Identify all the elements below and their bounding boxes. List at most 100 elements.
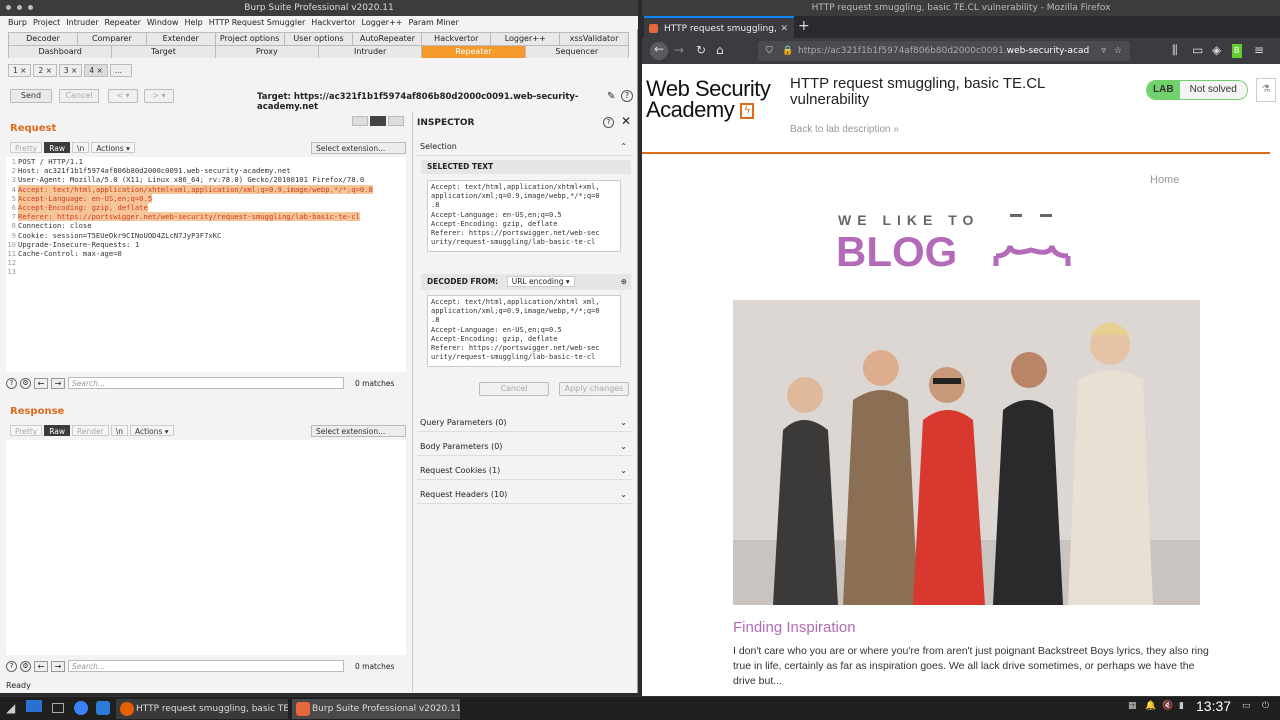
back-to-lab-description-link[interactable]: Back to lab description »: [790, 124, 899, 135]
new-tab-icon[interactable]: +: [798, 16, 810, 36]
menu-project[interactable]: Project: [33, 16, 60, 29]
extension-icon[interactable]: ◈: [1212, 43, 1221, 57]
shield-icon[interactable]: ⛉: [766, 41, 773, 61]
response-actions-menu[interactable]: Actions ▾: [130, 425, 174, 436]
url-bar[interactable]: ⛉ 🔒 https://ac321f1b1f5974af806b80d2000c…: [758, 41, 1130, 61]
tab-user-options[interactable]: User options: [283, 32, 354, 45]
tab-target[interactable]: Target: [111, 45, 216, 58]
tab-comparer[interactable]: Comparer: [76, 32, 147, 45]
lock-icon[interactable]: 🔒: [782, 41, 793, 61]
kali-menu-icon[interactable]: ◢: [6, 701, 15, 715]
cancel-button[interactable]: Cancel: [59, 89, 99, 103]
request-actions-menu[interactable]: Actions ▾: [91, 142, 135, 153]
apply-changes-button[interactable]: Apply changes: [559, 382, 629, 396]
request-select-extension[interactable]: Select extension...: [311, 142, 406, 154]
decoding-select[interactable]: URL encoding ▾: [506, 276, 575, 287]
bookmark-star-icon[interactable]: ☆: [1114, 41, 1122, 61]
response-select-extension[interactable]: Select extension...: [311, 425, 406, 437]
menu-param-miner[interactable]: Param Miner: [409, 16, 459, 29]
request-cookies-section[interactable]: Request Cookies (1) ⌄: [417, 462, 633, 480]
tab-proxy[interactable]: Proxy: [214, 45, 319, 58]
repeater-tab-1[interactable]: 1 ×: [8, 64, 32, 77]
query-parameters-section[interactable]: Query Parameters (0) ⌄: [417, 414, 633, 432]
layout-split-icon[interactable]: [352, 116, 368, 126]
search-next-button[interactable]: →: [51, 660, 65, 672]
repeater-tab-more[interactable]: ...: [109, 64, 132, 77]
vscode-icon[interactable]: [96, 701, 110, 715]
forward-history-button[interactable]: > ▾: [144, 89, 174, 103]
tab-hackvertor[interactable]: Hackvertor: [421, 32, 492, 45]
forward-icon[interactable]: →: [674, 43, 684, 57]
menu-icon[interactable]: ≡: [1254, 43, 1264, 57]
request-search-input[interactable]: Search...: [68, 377, 344, 389]
repeater-tab-4[interactable]: 4 ×: [84, 64, 108, 77]
menu-help[interactable]: Help: [184, 16, 202, 29]
close-tab-icon[interactable]: ✕: [780, 18, 788, 40]
menu-intruder[interactable]: Intruder: [66, 16, 98, 29]
tab-extender[interactable]: Extender: [145, 32, 216, 45]
inspector-cancel-button[interactable]: Cancel: [479, 382, 549, 396]
menu-repeater[interactable]: Repeater: [105, 16, 141, 29]
layout-vertical-icon[interactable]: [388, 116, 404, 126]
repeater-tab-2[interactable]: 2 ×: [33, 64, 57, 77]
tab-dashboard[interactable]: Dashboard: [8, 45, 113, 58]
back-icon[interactable]: ←: [650, 42, 668, 60]
sidebar-icon[interactable]: ▭: [1192, 43, 1203, 57]
notifications-icon[interactable]: 🔔: [1145, 701, 1156, 711]
response-editor[interactable]: [6, 440, 406, 655]
add-decoding-icon[interactable]: ⊕: [621, 274, 627, 290]
request-raw-tab[interactable]: Raw: [44, 142, 71, 153]
body-parameters-section[interactable]: Body Parameters (0) ⌄: [417, 438, 633, 456]
library-icon[interactable]: ⫼: [1172, 43, 1178, 57]
browser-tab[interactable]: HTTP request smuggling, ✕: [644, 16, 794, 38]
blog-post-title-link[interactable]: Finding Inspiration: [733, 619, 856, 636]
home-link[interactable]: Home: [1150, 174, 1179, 186]
tab-repeater[interactable]: Repeater: [421, 45, 526, 58]
taskbar-firefox[interactable]: HTTP request smuggling, basic TE...: [116, 699, 288, 719]
web-security-academy-logo[interactable]: Web Security Academy ϟ: [646, 78, 771, 121]
response-newline-tab[interactable]: \n: [110, 425, 129, 436]
request-newline-tab[interactable]: \n: [72, 142, 90, 153]
layout-horizontal-icon[interactable]: [370, 116, 386, 126]
tab-autorepeater[interactable]: AutoRepeater: [352, 32, 423, 45]
settings-gear-icon[interactable]: ⚙: [20, 660, 31, 672]
back-history-button[interactable]: < ▾: [108, 89, 138, 103]
request-pretty-tab[interactable]: Pretty: [10, 142, 43, 153]
taskbar-burp[interactable]: Burp Suite Professional v2020.11 -...: [292, 699, 460, 719]
request-editor[interactable]: 1 POST / HTTP/1.1 2 Host: ac321f1b1f5974af8…: [6, 157, 406, 372]
window-switcher-icon[interactable]: [52, 703, 64, 713]
network-icon[interactable]: ▦: [1128, 701, 1137, 711]
home-icon[interactable]: ⌂: [716, 43, 724, 57]
send-button[interactable]: Send: [10, 89, 52, 103]
reload-icon[interactable]: ↻: [696, 43, 706, 57]
menu-hackvertor[interactable]: Hackvertor: [311, 16, 355, 29]
chromium-icon[interactable]: [74, 701, 88, 715]
battery-icon[interactable]: ▮: [1179, 701, 1184, 711]
menu-burp[interactable]: Burp: [8, 16, 27, 29]
tab-project-options[interactable]: Project options: [214, 32, 285, 45]
tab-logger[interactable]: Logger++: [490, 32, 561, 45]
selected-text-box[interactable]: Accept: text/html,application/xhtml+xml,…: [427, 180, 621, 252]
search-prev-button[interactable]: ←: [34, 377, 48, 389]
response-render-tab[interactable]: Render: [72, 425, 109, 436]
menu-window[interactable]: Window: [147, 16, 179, 29]
edit-target-icon[interactable]: ✎: [607, 91, 615, 102]
search-prev-button[interactable]: ←: [34, 660, 48, 672]
tab-intruder[interactable]: Intruder: [317, 45, 423, 58]
help-icon[interactable]: ?: [603, 117, 614, 128]
help-icon[interactable]: ?: [6, 660, 17, 672]
help-icon[interactable]: ?: [6, 377, 17, 389]
response-search-input[interactable]: Search...: [68, 660, 344, 672]
response-pretty-tab[interactable]: Pretty: [10, 425, 43, 436]
decoded-text-box[interactable]: Accept: text/html,application/xhtml xml,…: [427, 295, 621, 367]
menu-http-request-smuggler[interactable]: HTTP Request Smuggler: [209, 16, 306, 29]
show-desktop-icon[interactable]: ▭: [1242, 701, 1251, 711]
search-next-button[interactable]: →: [51, 377, 65, 389]
tab-sequencer[interactable]: Sequencer: [524, 45, 629, 58]
burp-extension-icon[interactable]: B: [1232, 44, 1242, 58]
tab-decoder[interactable]: Decoder: [8, 32, 78, 45]
blog-post-image[interactable]: [733, 300, 1200, 605]
tab-xssvalidator[interactable]: xssValidator: [559, 32, 630, 45]
response-raw-tab[interactable]: Raw: [44, 425, 71, 436]
desktop-icon[interactable]: [26, 700, 42, 712]
